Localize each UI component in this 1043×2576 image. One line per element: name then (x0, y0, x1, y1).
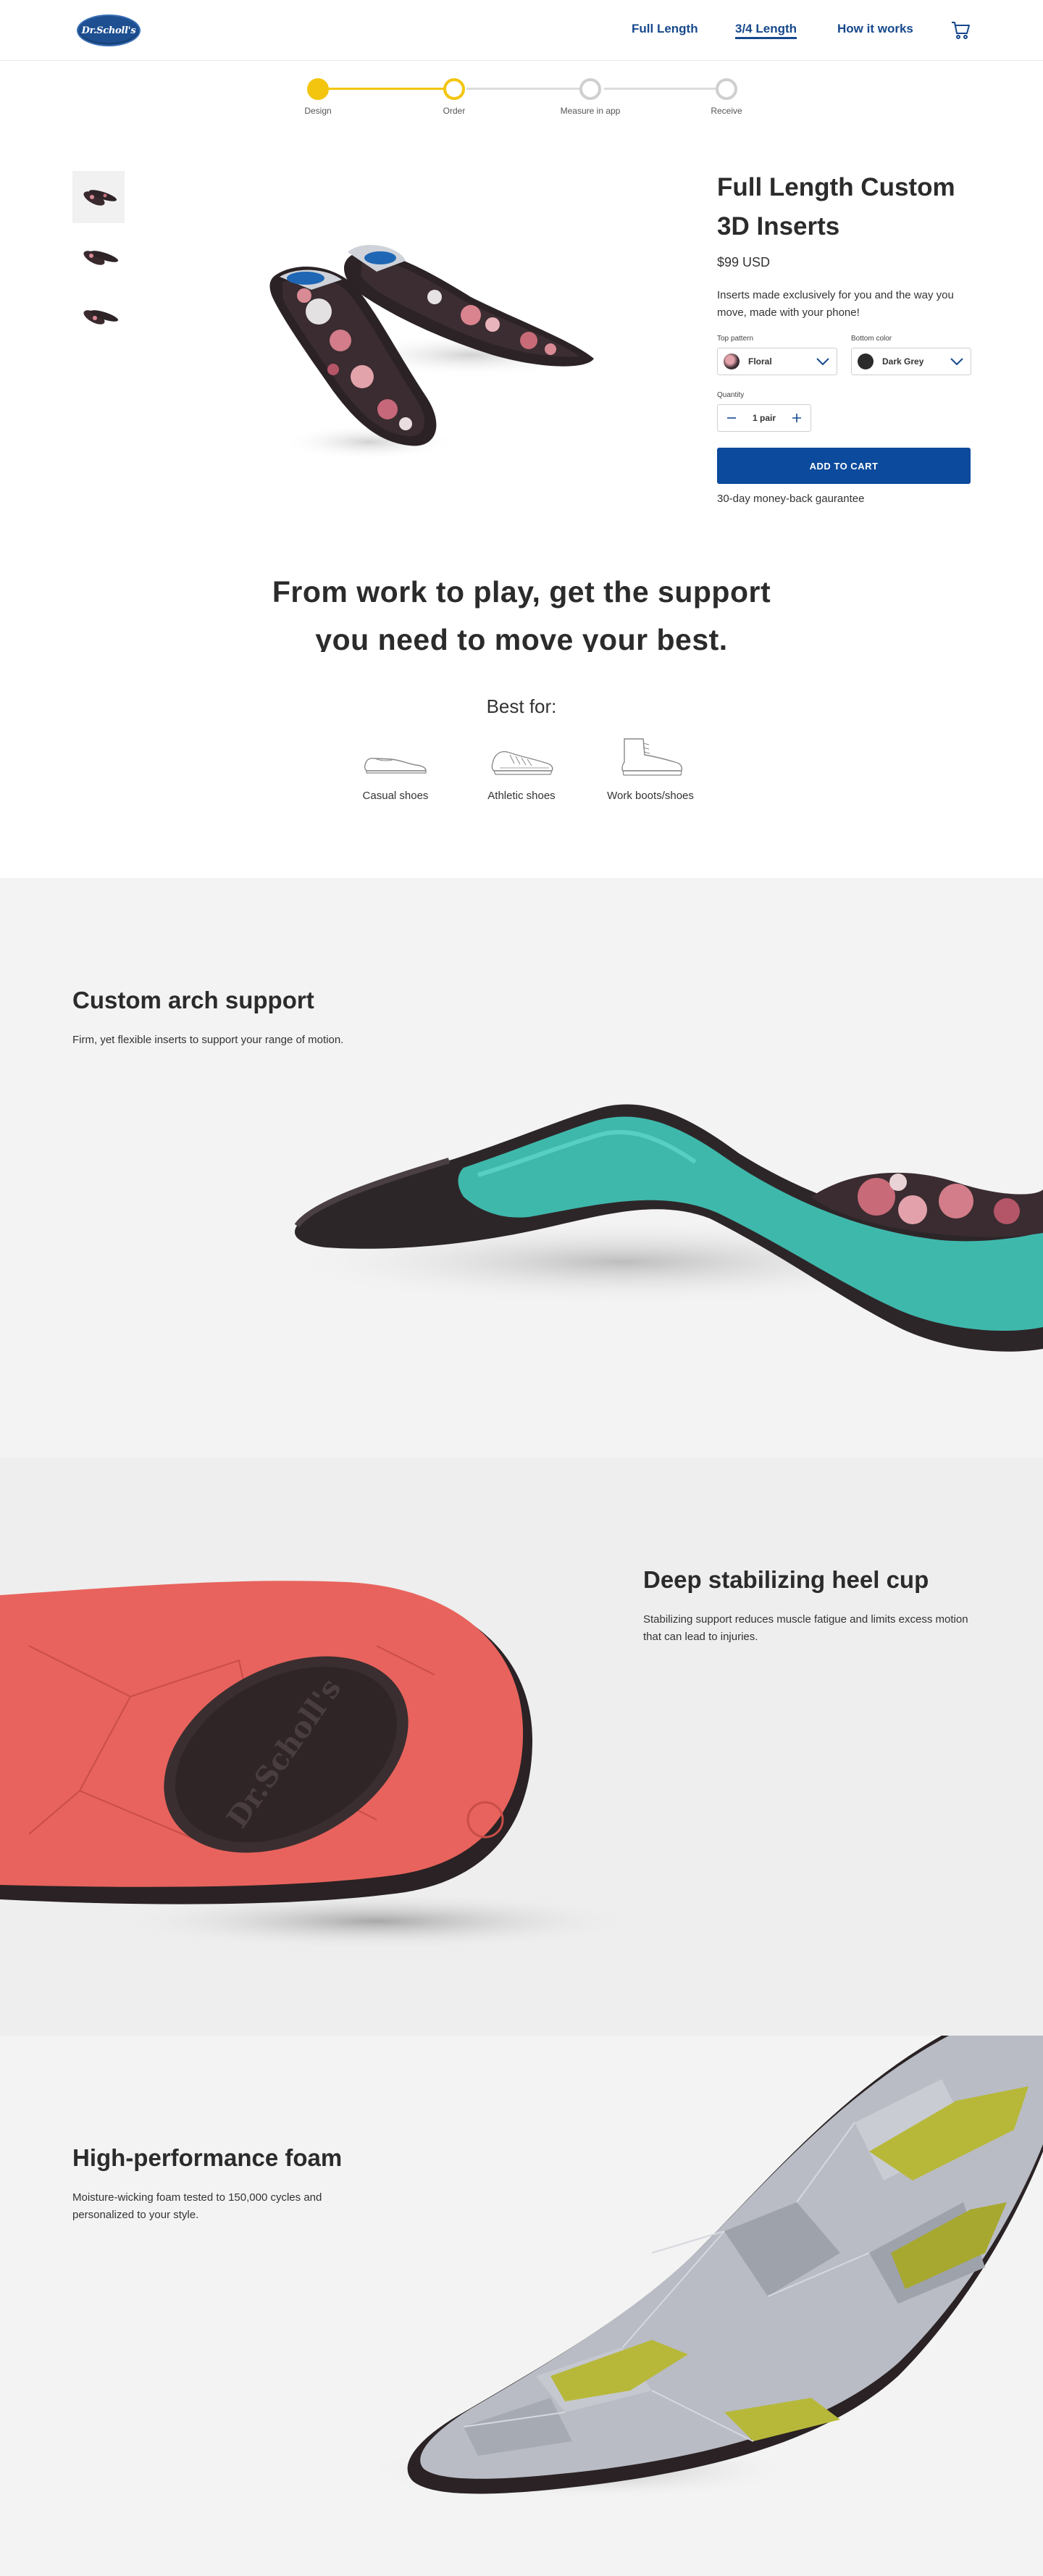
bottom-color-select[interactable]: Dark Grey (851, 348, 971, 375)
quantity-increase-button[interactable] (789, 410, 805, 426)
section-headline: From work to play, get the support you n… (196, 568, 847, 652)
product-thumbnail-3[interactable] (72, 290, 125, 342)
minus-icon (727, 417, 736, 419)
work-boot-icon (621, 738, 682, 776)
nav-full-length[interactable]: Full Length (632, 22, 698, 39)
money-back-guarantee: 30-day money-back gaurantee (717, 493, 865, 505)
feature-2-text: Stabilizing support reduces muscle fatig… (643, 1613, 968, 1643)
floral-swatch (724, 354, 740, 369)
top-pattern-label: Top pattern (717, 335, 754, 343)
product-thumbnail-1[interactable] (72, 171, 125, 223)
step-measure-dot[interactable] (579, 78, 601, 100)
dark-grey-swatch (858, 354, 874, 369)
feature-2-title: Deep stabilizing heel cup (643, 1566, 929, 1593)
step-receive-label: Receive (711, 106, 742, 116)
logo-text: Dr.Scholl's (81, 25, 136, 36)
cart-icon[interactable] (950, 20, 971, 40)
headline-line-1: From work to play, get the support (272, 575, 771, 609)
progress-line-2 (466, 88, 582, 90)
brand-logo[interactable]: Dr.Scholl's (77, 14, 141, 46)
step-measure-label: Measure in app (560, 106, 621, 116)
progress-line-1 (329, 88, 445, 90)
top-pattern-select[interactable]: Floral (717, 348, 837, 375)
performance-foam-insole-image (362, 2036, 1043, 2499)
product-title: Full Length Custom 3D Inserts (717, 173, 955, 241)
quantity-decrease-button[interactable] (724, 410, 740, 426)
step-design-label: Design (304, 106, 332, 116)
quantity-stepper: 1 pair (717, 404, 811, 432)
bottom-color-label: Bottom color (851, 335, 892, 343)
progress-line-3 (604, 88, 720, 90)
quantity-label: Quantity (717, 391, 745, 399)
work-boots-label: Work boots/shoes (607, 790, 694, 802)
add-to-cart-button[interactable]: ADD TO CART (717, 448, 971, 484)
product-price: $99 USD (717, 255, 771, 269)
top-pattern-value: Floral (748, 356, 772, 367)
site-header: Dr.Scholl's Full Length 3/4 Length How i… (0, 0, 1043, 61)
step-order-dot[interactable] (443, 78, 465, 100)
best-for-title: Best for: (486, 695, 557, 717)
casual-shoe-icon (364, 758, 427, 774)
product-main-image (269, 245, 594, 460)
arch-support-insole-image (275, 1104, 1043, 1352)
heel-cup-insole-image: Dr.Scholl's (0, 1581, 637, 1950)
bottom-color-value: Dark Grey (882, 356, 924, 367)
headline-line-2: you need to move your best. (315, 623, 728, 652)
plus-icon (792, 414, 801, 422)
product-thumbnail-2[interactable] (72, 230, 125, 283)
chevron-down-icon (950, 358, 963, 365)
step-receive-dot[interactable] (716, 78, 737, 100)
product-description: Inserts made exclusively for you and the… (717, 289, 954, 319)
quantity-value: 1 pair (752, 413, 776, 423)
feature-arch-support: Custom arch support Firm, yet flexible i… (0, 878, 1043, 1458)
nav-three-quarter-length[interactable]: 3/4 Length (735, 22, 797, 39)
chevron-down-icon (816, 358, 829, 365)
athletic-shoes-label: Athletic shoes (487, 790, 556, 802)
athletic-shoe-icon (491, 750, 553, 775)
step-order-label: Order (443, 106, 466, 116)
feature-heel-cup: Dr.Scholl's Deep stabilizing heel cup St… (0, 1458, 1043, 2036)
casual-shoes-label: Casual shoes (362, 790, 429, 802)
nav-how-it-works[interactable]: How it works (837, 22, 913, 39)
step-design-dot[interactable] (307, 78, 329, 100)
feature-performance-foam: High-performance foam Moisture-wicking f… (0, 2036, 1043, 2576)
